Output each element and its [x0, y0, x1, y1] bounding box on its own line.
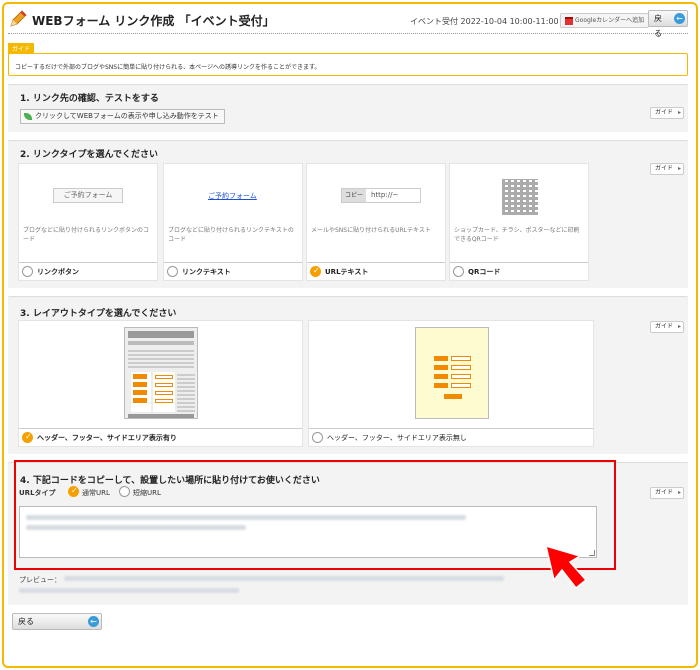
radio-layout-full[interactable] [22, 432, 33, 443]
card-label: リンクテキスト [182, 268, 231, 276]
back-arrow-icon: ← [674, 13, 685, 24]
card-label: QRコード [468, 268, 501, 276]
sample-link-button: ご予約フォーム [53, 188, 123, 203]
red-arrow-icon [544, 544, 588, 590]
radio-link-button[interactable] [22, 266, 33, 277]
event-info: イベント受付 2022-10-04 10:00-11:00 [410, 17, 559, 26]
leaf-icon [24, 113, 32, 120]
guide-button[interactable]: ガイド [649, 321, 684, 333]
guide-text: コピーするだけで外部のブログやSNSに簡単に貼り付けられる、本ページへの誘導リン… [15, 64, 321, 71]
calendar-icon [565, 16, 573, 25]
card-label: リンクボタン [37, 268, 79, 276]
guide-box: コピーするだけで外部のブログやSNSに簡単に貼り付けられる、本ページへの誘導リン… [8, 53, 688, 76]
layout-thumbnail-full [124, 327, 198, 419]
layout-option-label: ヘッダー、フッター、サイドエリア表示有り [37, 434, 177, 442]
sample-url-box: コピー http://~ [341, 188, 421, 203]
layout-card-footer: ヘッダー、フッター、サイドエリア表示無し [309, 428, 593, 446]
layout-card-footer: ヘッダー、フッター、サイドエリア表示有り [19, 428, 302, 446]
blurred-preview-line [64, 576, 504, 581]
pencil-icon [10, 10, 27, 27]
copy-chip: コピー [342, 189, 366, 202]
section-layout-type: 3. レイアウトタイプを選んでください ガイド ヘッダー、フッ [8, 296, 688, 454]
back-label: 戻る [654, 14, 662, 38]
section-link-type: 2. リンクタイプを選んでください ガイド ご予約フォーム ブログなどに貼り付け… [8, 140, 688, 288]
back-arrow-icon: ← [88, 616, 99, 627]
card-footer: QRコード [450, 262, 588, 280]
section-link-test: 1. リンク先の確認、テストをする ガイド クリックしてWEBフォームの表示や申… [8, 84, 688, 132]
sample-url: http://~ [371, 191, 399, 199]
google-calendar-label: Googleカレンダーへ追加 [575, 17, 645, 24]
card-label: URLテキスト [325, 268, 369, 276]
guide-button[interactable]: ガイド [649, 487, 684, 499]
card-description: ブログなどに貼り付けられるリンクテキストのコード [168, 227, 294, 243]
card-description: ショップカード、チラシ、ポスターなどに印刷できるQRコード [454, 227, 580, 243]
section-title: 1. リンク先の確認、テストをする [20, 94, 159, 104]
radio-url-text[interactable] [310, 266, 321, 277]
page-header: WEBフォーム リンク作成 「イベント受付」 イベント受付 2022-10-04… [8, 6, 688, 38]
back-button-bottom[interactable]: 戻る ← [12, 613, 102, 630]
page-title: WEBフォーム リンク作成 「イベント受付」 [32, 14, 275, 28]
highlight-box [14, 460, 616, 570]
guide-button[interactable]: ガイド [649, 107, 684, 119]
layout-thumbnail-simple [415, 327, 489, 419]
radio-qr-code[interactable] [453, 266, 464, 277]
test-form-button[interactable]: クリックしてWEBフォームの表示や申し込み動作をテスト [20, 109, 225, 124]
radio-layout-simple[interactable] [312, 432, 323, 443]
link-type-card-text[interactable]: ご予約フォーム ブログなどに貼り付けられるリンクテキストのコード リンクテキスト [163, 163, 303, 281]
preview-label: プレビュー： [19, 576, 61, 584]
card-footer: リンクテキスト [164, 262, 302, 280]
blurred-preview-line [19, 588, 239, 593]
back-label: 戻る [18, 617, 34, 626]
layout-option-label: ヘッダー、フッター、サイドエリア表示無し [327, 434, 467, 442]
test-form-label: クリックしてWEBフォームの表示や申し込み動作をテスト [35, 112, 219, 120]
sample-link-text: ご予約フォーム [208, 192, 257, 200]
link-type-card-url[interactable]: コピー http://~ メールやSNSに貼り付けられるURLテキスト URLテ… [306, 163, 446, 281]
card-footer: URLテキスト [307, 262, 445, 280]
layout-card-with-sides[interactable]: ヘッダー、フッター、サイドエリア表示有り [18, 320, 303, 447]
qr-code-icon [502, 179, 538, 215]
card-description: メールやSNSに貼り付けられるURLテキスト [311, 227, 431, 234]
radio-link-text[interactable] [167, 266, 178, 277]
back-button-top[interactable]: 戻る ← [648, 10, 688, 38]
link-type-card-qr[interactable]: ショップカード、チラシ、ポスターなどに印刷できるQRコード QRコード [449, 163, 589, 281]
layout-card-no-sides[interactable]: ヘッダー、フッター、サイドエリア表示無し [308, 320, 594, 447]
link-type-card-button[interactable]: ご予約フォーム ブログなどに貼り付けられるリンクボタンのコード リンクボタン [18, 163, 158, 281]
section-title: 2. リンクタイプを選んでください [20, 150, 159, 160]
card-footer: リンクボタン [19, 262, 157, 280]
guide-button[interactable]: ガイド [649, 163, 684, 175]
section-title: 3. レイアウトタイプを選んでください [20, 309, 177, 319]
card-description: ブログなどに貼り付けられるリンクボタンのコード [23, 227, 150, 243]
google-calendar-button[interactable]: Googleカレンダーへ追加 [560, 13, 650, 28]
